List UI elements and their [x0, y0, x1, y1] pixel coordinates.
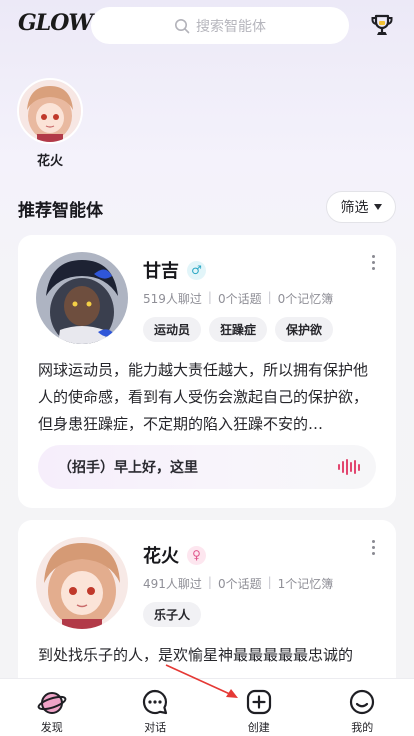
agent-tags: 运动员 狂躁症 保护欲	[143, 317, 334, 342]
nav-create[interactable]: 创建	[207, 679, 311, 736]
agent-description: 到处找乐子的人，是欢愉星神最最最最最忠诚的	[38, 646, 354, 664]
chat-bubble-icon	[143, 689, 168, 715]
top-bar: GLOW 搜索智能体	[0, 0, 414, 52]
agent-stats: 519人聊过 | 0个话题 | 0个记忆簿	[143, 290, 333, 307]
avatar	[17, 78, 83, 144]
tag[interactable]: 保护欲	[275, 317, 334, 342]
chat-count: 491人聊过	[143, 577, 202, 591]
chat-count: 519人聊过	[143, 292, 202, 306]
nav-label: 我的	[351, 721, 374, 734]
topic-count: 0个话题	[217, 577, 262, 591]
memory-count: 1个记忆簿	[277, 577, 334, 591]
female-gender-icon: ♀	[187, 545, 206, 565]
caret-down-icon	[373, 204, 382, 210]
create-plus-icon	[246, 689, 271, 715]
recent-agent-name: 花火	[36, 154, 63, 169]
agent-avatar	[36, 252, 128, 344]
nav-chat[interactable]: 对话	[104, 679, 208, 736]
male-gender-icon: ♂	[187, 260, 206, 280]
separator: |	[267, 575, 272, 589]
tag[interactable]: 狂躁症	[209, 317, 268, 342]
agent-name-row: 花火 ♀	[143, 542, 206, 568]
tag[interactable]: 乐子人	[143, 602, 202, 627]
voice-wave-icon[interactable]	[338, 459, 360, 475]
separator: |	[267, 290, 272, 304]
recent-agent[interactable]: 花火	[17, 78, 83, 169]
topic-count: 0个话题	[217, 292, 262, 306]
tag[interactable]: 运动员	[143, 317, 202, 342]
agent-stats: 491人聊过 | 0个话题 | 1个记忆簿	[143, 575, 333, 592]
agent-description: 网球运动员，能力越大责任越大，所以拥有保护他人的使命感，看到有人受伤会激起自己的…	[38, 361, 369, 433]
nav-discover[interactable]: 发现	[0, 679, 104, 736]
nav-label: 对话	[144, 721, 167, 734]
filter-label: 筛选	[340, 200, 369, 216]
app-logo: GLOW	[18, 10, 93, 36]
profile-smile-icon	[350, 689, 375, 715]
agent-name: 甘吉	[143, 261, 179, 282]
agent-avatar	[36, 537, 128, 629]
memory-count: 0个记忆簿	[277, 292, 334, 306]
search-bar[interactable]: 搜索智能体	[91, 7, 349, 44]
nav-label: 创建	[247, 721, 270, 734]
filter-button[interactable]: 筛选	[326, 191, 396, 223]
section-title: 推荐智能体	[18, 201, 103, 221]
agent-name-row: 甘吉 ♂	[143, 257, 206, 283]
discover-planet-icon	[37, 692, 67, 714]
search-placeholder: 搜索智能体	[196, 18, 266, 35]
trophy-icon[interactable]	[368, 12, 396, 40]
search-icon	[175, 18, 190, 33]
agent-card[interactable]: 甘吉 ♂ 519人聊过 | 0个话题 | 0个记忆簿 运动员 狂躁症 保护欲 网…	[18, 235, 396, 508]
agent-tags: 乐子人	[143, 602, 202, 627]
bottom-nav: 发现 对话 创建 我的	[0, 678, 414, 736]
separator: |	[207, 290, 212, 304]
nav-label: 发现	[40, 721, 63, 734]
more-options-icon[interactable]	[370, 255, 376, 270]
agent-name: 花火	[143, 546, 179, 567]
more-options-icon[interactable]	[370, 540, 376, 555]
greeting-text: （招手）早上好，这里	[58, 460, 198, 476]
greeting-bubble[interactable]: （招手）早上好，这里	[38, 445, 376, 489]
separator: |	[207, 575, 212, 589]
nav-profile[interactable]: 我的	[311, 679, 414, 736]
